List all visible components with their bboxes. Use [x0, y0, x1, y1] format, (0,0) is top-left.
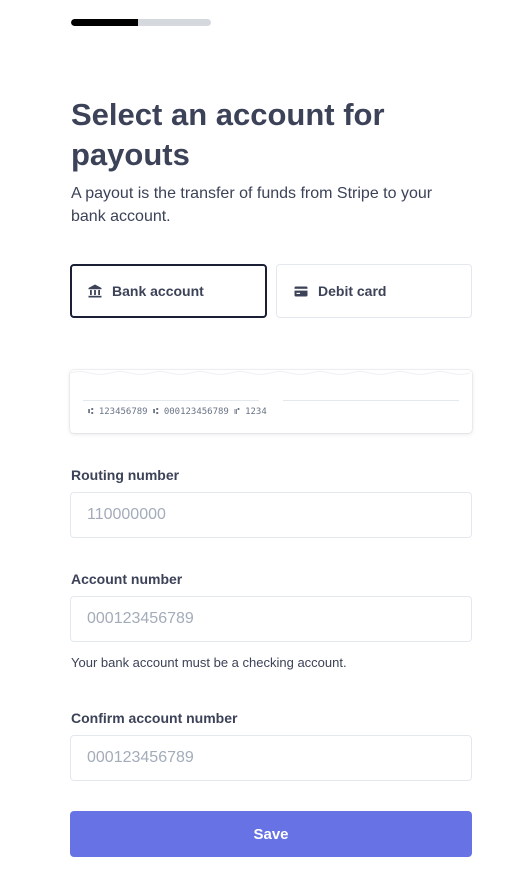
progress-fill	[71, 19, 139, 26]
progress-bar	[71, 19, 211, 26]
account-number-label: Account number	[71, 571, 183, 587]
payout-method-tabs: Bank account Debit card	[70, 264, 472, 318]
check-memo-line	[283, 400, 459, 401]
check-illustration: ⑆ 123456789 ⑆ 000123456789 ⑈ 1234	[70, 370, 472, 433]
confirm-account-number-input[interactable]	[70, 735, 472, 781]
account-number-input[interactable]	[70, 596, 472, 642]
tab-debit-card-label: Debit card	[318, 283, 387, 299]
page-title: Select an account for payouts	[71, 97, 385, 172]
check-torn-edge	[70, 371, 471, 375]
check-signature-line	[83, 400, 259, 401]
save-button[interactable]: Save	[70, 811, 472, 857]
routing-number-label: Routing number	[71, 467, 180, 483]
check-micr-numbers: ⑆ 123456789 ⑆ 000123456789 ⑈ 1234	[88, 407, 267, 417]
tab-bank-account-label: Bank account	[112, 283, 204, 299]
routing-number-input[interactable]	[70, 492, 472, 538]
account-number-hint: Your bank account must be a checking acc…	[71, 655, 347, 670]
tab-bank-account[interactable]: Bank account	[70, 264, 267, 318]
page-subtitle: A payout is the transfer of funds from S…	[71, 185, 433, 225]
credit-card-icon	[293, 284, 308, 299]
tab-debit-card[interactable]: Debit card	[276, 264, 472, 318]
bank-icon	[87, 284, 102, 299]
confirm-account-number-label: Confirm account number	[71, 710, 238, 726]
